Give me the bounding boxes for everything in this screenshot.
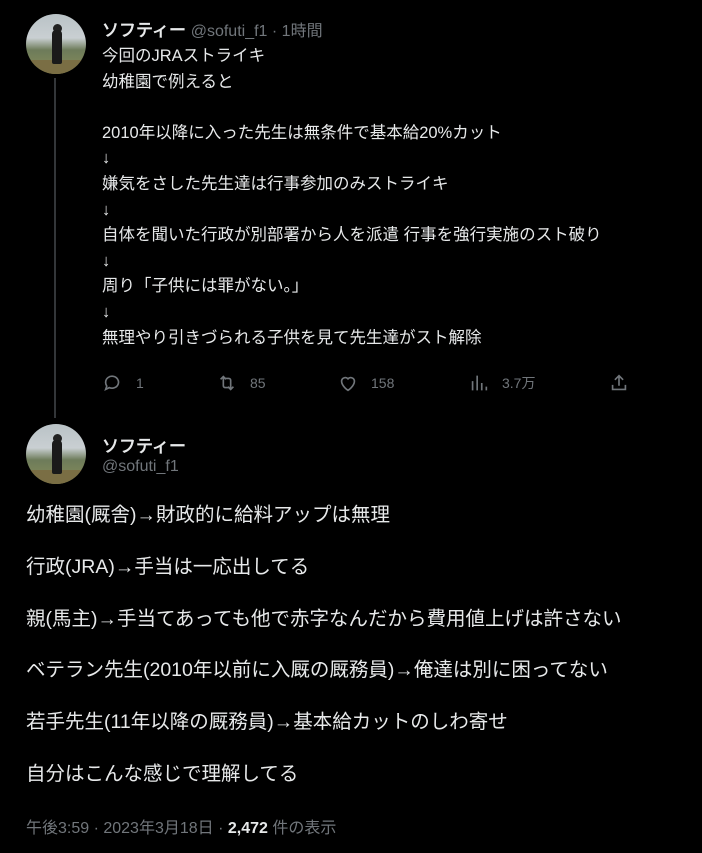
views-button[interactable]: 3.7万 [468,372,535,394]
retweet-button[interactable]: 85 [216,372,266,394]
avatar-figure [52,30,62,64]
view-count: 2,472 [227,820,268,837]
heart-icon [340,376,356,392]
display-name[interactable]: ソフティー [102,21,186,40]
retweet-count: 85 [250,375,266,391]
avatar[interactable] [26,424,86,484]
share-button[interactable] [608,372,630,394]
user-handle[interactable]: @sofuti_f1 [191,23,268,40]
like-count: 158 [371,375,395,391]
display-name[interactable]: ソフティー [102,432,186,457]
like-button[interactable]: 158 [337,372,394,394]
tweet1-header: ソフティー @sofuti_f1 · 1時間 [102,16,323,41]
tweet2-text: 幼稚園(厩舎)→財政的に給料アップは無理 行政(JRA)→手当は一応出してる 親… [26,504,622,786]
view-count: 3.7万 [502,375,536,391]
user-handle[interactable]: @sofuti_f1 [102,458,179,476]
reply-icon [104,375,120,392]
view-label: 件の表示 [267,820,337,837]
reply-count: 1 [136,375,144,391]
avatar-figure [52,440,62,474]
tweet2-meta: 午後3:59 · 2023年3月18日 · 2,472 件の表示 [26,814,336,838]
reply-button[interactable]: 1 [102,372,144,394]
tweet-time[interactable]: 1時間 [282,23,323,40]
tweet1-text: 今回のJRAストライキ 幼稚園で例えると 2010年以降に入った先生は無条件で基… [102,47,602,347]
thread-connector-line [54,78,56,418]
tweet-timestamp[interactable]: 午後3:59 · 2023年3月18日 · [26,820,228,837]
separator-dot: · [267,23,282,40]
analytics-icon [471,375,488,391]
share-icon [611,374,627,391]
avatar[interactable] [26,14,86,74]
tweet1-action-bar: 1 85 158 3.7万 [102,372,632,396]
retweet-icon [219,375,235,391]
